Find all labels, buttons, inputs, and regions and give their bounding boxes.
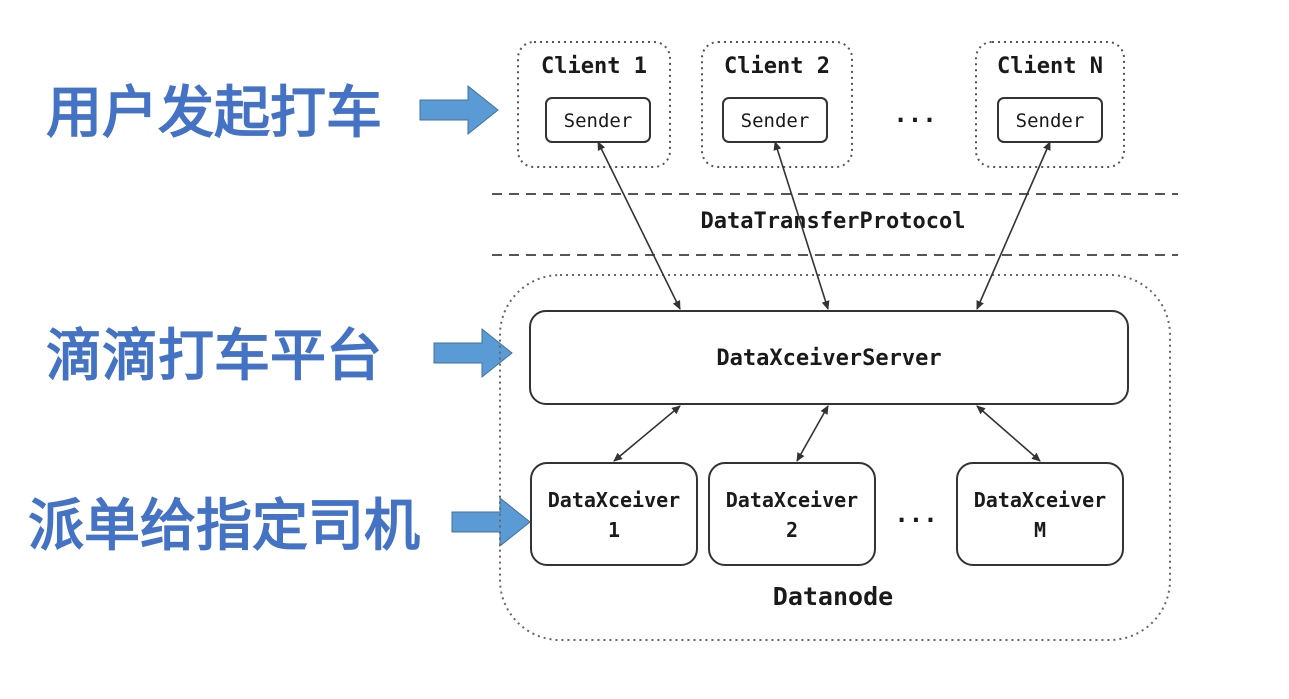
client-title: Client 2 — [724, 54, 830, 79]
label-client-request: 用户发起打车 — [46, 81, 382, 146]
client-box-1: Client 1 Sender — [517, 41, 671, 168]
label-platform: 滴滴打车平台 — [46, 324, 382, 389]
receiver-index: 2 — [786, 518, 798, 542]
link-server-receiver1 — [613, 405, 681, 462]
sender-label: Sender — [1016, 110, 1085, 132]
client-box-n: Client N Sender — [975, 41, 1125, 168]
sender-label: Sender — [564, 110, 633, 132]
receiver-box-m: DataXceiver M — [956, 462, 1124, 566]
receiver-index: 1 — [608, 518, 620, 542]
sender-label: Sender — [741, 110, 810, 132]
server-label: DataXceiverServer — [716, 346, 941, 371]
client-title: Client 1 — [541, 54, 647, 79]
datanode-label: Datanode — [773, 582, 893, 611]
clients-ellipsis: ... — [893, 100, 936, 128]
receivers-ellipsis: ... — [894, 500, 937, 528]
receiver-box-2: DataXceiver 2 — [708, 462, 876, 566]
hdfs-diagram: 用户发起打车 滴滴打车平台 派单给指定司机 Client 1 Sender Cl… — [28, 41, 1178, 641]
receiver-index: M — [1034, 518, 1046, 542]
protocol-label: DataTransferProtocol — [701, 209, 966, 234]
client-title: Client N — [997, 54, 1103, 79]
receiver-name: DataXceiver — [548, 488, 680, 512]
blue-arrow-1-icon — [419, 84, 499, 136]
receiver-name: DataXceiver — [726, 488, 858, 512]
blue-arrow-3-icon — [451, 496, 531, 548]
link-server-receiverm — [976, 405, 1041, 462]
receiver-name: DataXceiver — [974, 488, 1106, 512]
receiver-box-1: DataXceiver 1 — [530, 462, 698, 566]
label-dispatch: 派单给指定司机 — [28, 494, 420, 559]
link-server-receiver2 — [796, 405, 829, 462]
